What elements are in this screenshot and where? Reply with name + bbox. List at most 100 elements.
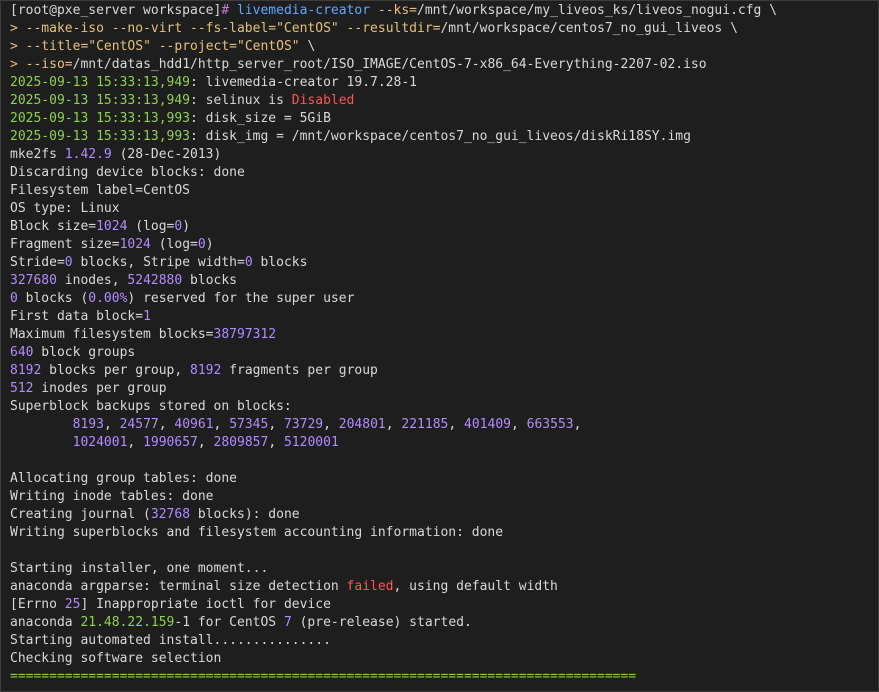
terminal-token: 2025-09-13 15:33:13,993 <box>10 111 191 126</box>
terminal-token: 0 <box>197 237 206 252</box>
terminal-token: 640 <box>10 345 34 360</box>
terminal-token: 2025-09-13 15:33:13,949 <box>10 75 191 90</box>
terminal-token: 0 <box>244 255 253 270</box>
terminal-line: > --title="CentOS" --project="CentOS" \ <box>10 38 874 56</box>
terminal-line: 2025-09-13 15:33:13,993: disk_size = 5Gi… <box>10 110 874 128</box>
terminal-token: : livemedia-creator 19.7.28-1 <box>190 75 417 90</box>
terminal-token: Stride= <box>10 255 65 270</box>
terminal-token: First data block= <box>10 309 144 324</box>
terminal-token: 2809857 <box>213 435 269 450</box>
terminal-token: --iso= <box>25 57 73 72</box>
terminal-token: Checking software selection <box>10 651 222 666</box>
terminal-token: (log= <box>150 237 198 252</box>
terminal-token: 2025-09-13 15:33:13,949 <box>10 93 191 108</box>
terminal-token: 5120001 <box>283 435 339 450</box>
terminal-token: 663553 <box>526 417 574 432</box>
terminal-token: 25 <box>64 597 81 612</box>
terminal-token: ) reserved for the super user <box>127 291 355 306</box>
terminal-token: , <box>385 417 402 432</box>
terminal-token: 204801 <box>338 417 386 432</box>
terminal-token: OS type: Linux <box>10 201 120 216</box>
terminal-token: blocks per group, <box>41 363 191 378</box>
terminal-token: Superblock backups stored on blocks: <box>10 399 292 414</box>
terminal-token: , <box>103 417 120 432</box>
terminal-token: /mnt/datas_hdd1/http_server_root/ISO_IMA… <box>72 57 707 72</box>
terminal-token: ========================================… <box>10 669 637 684</box>
terminal-token: blocks <box>182 273 238 288</box>
terminal-token: 0.00% <box>88 291 128 306</box>
terminal-token: [root@pxe_server workspace] <box>10 3 222 18</box>
terminal-token: , <box>573 417 582 432</box>
terminal-token: ] Inappropriate ioctl for device <box>80 597 331 612</box>
terminal-token: fragments per group <box>221 363 378 378</box>
terminal-line: 2025-09-13 15:33:13,949: livemedia-creat… <box>10 74 874 92</box>
terminal-line: 327680 inodes, 5242880 blocks <box>10 272 874 290</box>
terminal-line: Checking software selection <box>10 650 874 668</box>
terminal-line: Discarding device blocks: done <box>10 164 874 182</box>
terminal-token: 1024001 <box>72 435 128 450</box>
terminal-token: livemedia-creator <box>236 3 378 18</box>
terminal-token: > <box>10 57 26 72</box>
terminal-token: 38797312 <box>213 327 277 342</box>
terminal-line: anaconda argparse: terminal size detecti… <box>10 578 874 596</box>
terminal-token: 57345 <box>229 417 269 432</box>
terminal-line: First data block=1 <box>10 308 874 326</box>
terminal-line: [Errno 25] Inappropriate ioctl for devic… <box>10 596 874 614</box>
terminal-token: blocks, Stripe width= <box>72 255 245 270</box>
terminal-line: Starting automated install..............… <box>10 632 874 650</box>
terminal-token: 32768 <box>150 507 191 522</box>
terminal-line: Block size=1024 (log=0) <box>10 218 874 236</box>
terminal-token: 1024 <box>119 237 151 252</box>
terminal-line: ========================================… <box>10 668 874 686</box>
terminal-token: \ <box>299 39 316 54</box>
terminal-token: failed <box>346 579 394 594</box>
terminal-token: --resultdir= <box>338 21 441 36</box>
terminal-token: 1990657 <box>143 435 198 450</box>
terminal-token: Writing inode tables: done <box>10 489 214 504</box>
terminal-line: 2025-09-13 15:33:13,949: selinux is Disa… <box>10 92 874 110</box>
terminal-line: Maximum filesystem blocks=38797312 <box>10 326 874 344</box>
terminal-token: Filesystem label=CentOS <box>10 183 191 198</box>
terminal-window[interactable]: [root@pxe_server workspace]# livemedia-c… <box>0 0 879 692</box>
terminal-token: 7 <box>283 615 292 630</box>
terminal-line: > --make-iso --no-virt --fs-label="CentO… <box>10 20 874 38</box>
terminal-token: Starting installer, one moment... <box>10 561 269 576</box>
terminal-token: 8193 <box>72 417 104 432</box>
terminal-token: 73729 <box>283 417 324 432</box>
terminal-token: 24577 <box>119 417 159 432</box>
terminal-token: (log= <box>127 219 175 234</box>
terminal-token: anaconda <box>10 615 81 630</box>
terminal-token: , <box>158 417 175 432</box>
terminal-token: inodes per group <box>33 381 167 396</box>
terminal-line: Filesystem label=CentOS <box>10 182 874 200</box>
terminal-line: Writing inode tables: done <box>10 488 874 506</box>
terminal-token: > <box>10 21 26 36</box>
terminal-line: 2025-09-13 15:33:13,993: disk_img = /mnt… <box>10 128 874 146</box>
terminal-line: 1024001, 1990657, 2809857, 5120001 <box>10 434 874 452</box>
terminal-token: Fragment size= <box>10 237 120 252</box>
terminal-token: Maximum filesystem blocks= <box>10 327 214 342</box>
terminal-token: , <box>448 417 465 432</box>
terminal-token: (28-Dec-2013) <box>111 147 222 162</box>
terminal-token: , <box>127 435 144 450</box>
terminal-token: , <box>197 435 214 450</box>
terminal-token: ) <box>182 219 191 234</box>
terminal-token: : disk_img = /mnt/workspace/centos7_no_g… <box>190 129 691 144</box>
terminal-token: (pre-release) started. <box>291 615 472 630</box>
terminal-line: Allocating group tables: done <box>10 470 874 488</box>
terminal-token: block groups <box>33 345 136 360</box>
terminal-token: --make-iso --no-virt --fs-label= <box>25 21 277 36</box>
terminal-token: blocks ( <box>17 291 89 306</box>
terminal-line: 8192 blocks per group, 8192 fragments pe… <box>10 362 874 380</box>
terminal-token: # <box>221 3 237 18</box>
terminal-line: Writing superblocks and filesystem accou… <box>10 524 874 542</box>
terminal-token: --title= <box>25 39 89 54</box>
terminal-token: : disk_size = 5GiB <box>190 111 331 126</box>
terminal-line: OS type: Linux <box>10 200 874 218</box>
terminal-token: Block size= <box>10 219 97 234</box>
terminal-token: --ks= <box>377 3 418 18</box>
